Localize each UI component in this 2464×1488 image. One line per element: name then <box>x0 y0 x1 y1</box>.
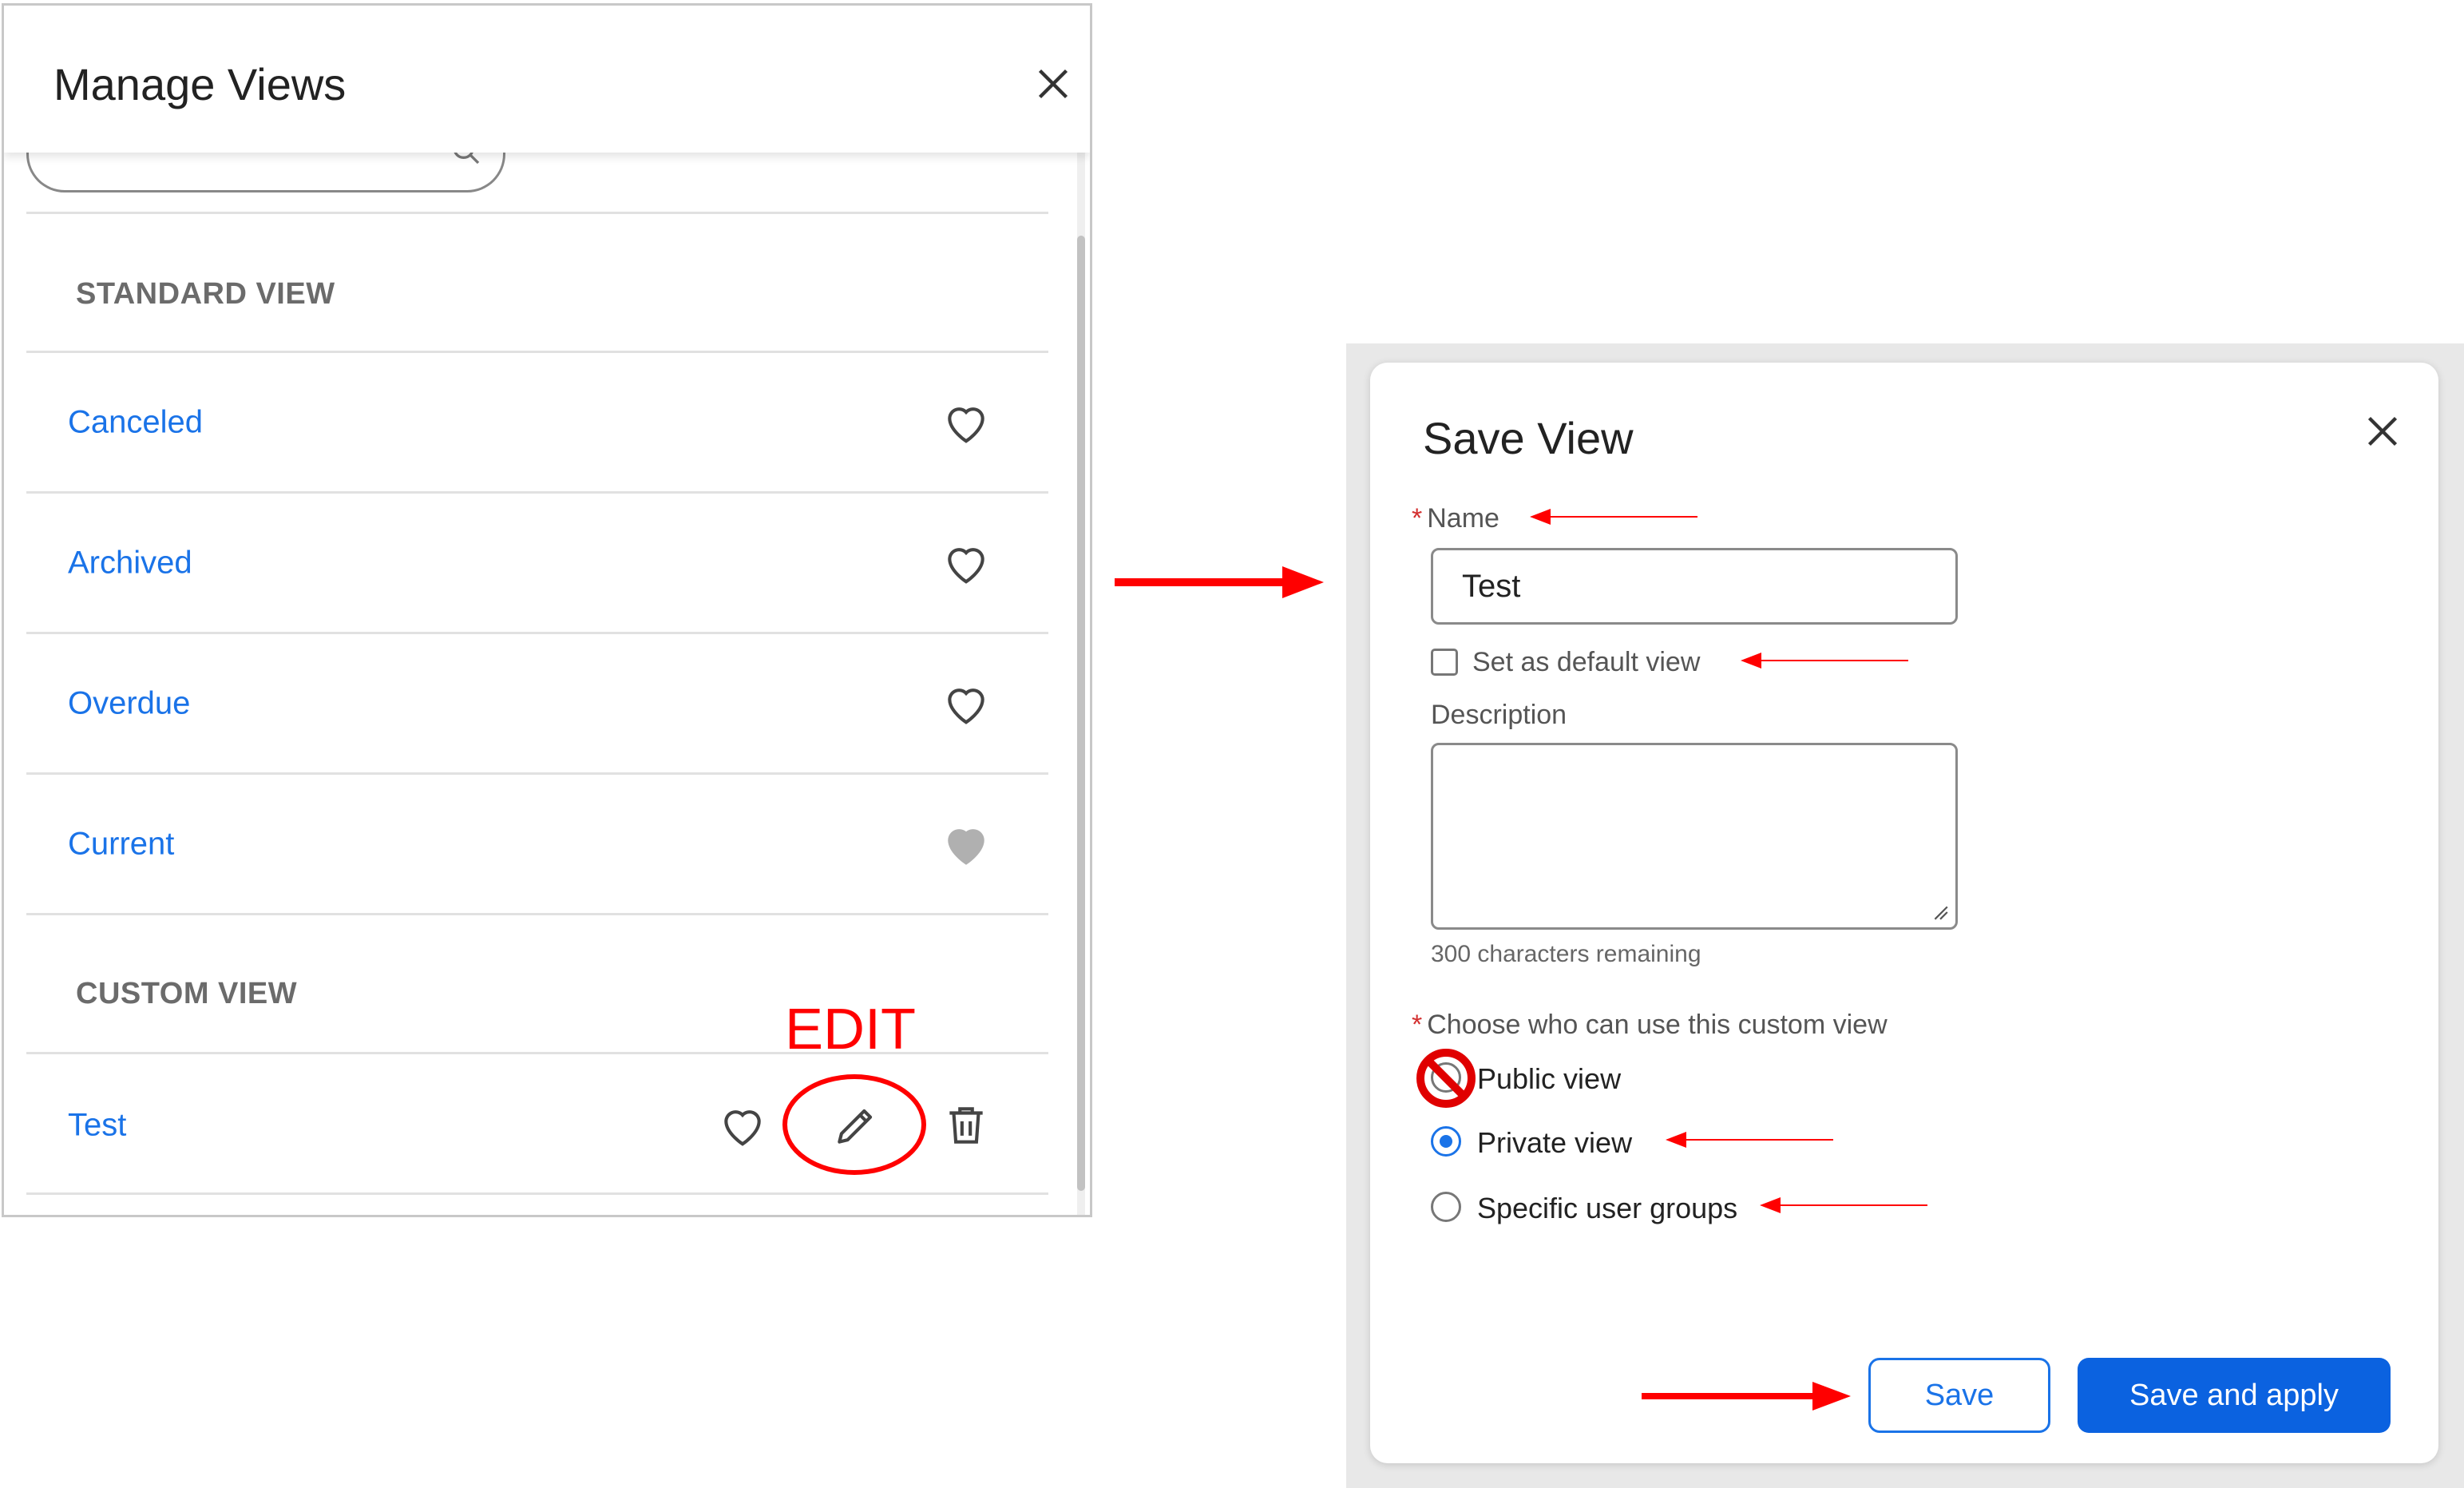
favorite-heart-filled-icon[interactable] <box>941 819 991 869</box>
favorite-heart-icon[interactable] <box>718 1101 767 1150</box>
radio-private-view-label: Private view <box>1477 1126 1633 1159</box>
save-view-dialog: Save View * Name Test Set as default view… <box>1370 363 2438 1463</box>
favorite-heart-icon[interactable] <box>941 538 991 588</box>
annotation-arrow-left <box>1741 653 1908 669</box>
view-link-archived[interactable]: Archived <box>68 546 192 581</box>
manage-views-title: Manage Views <box>53 59 347 109</box>
close-manage-views-button[interactable] <box>1036 66 1071 101</box>
manage-views-header: Manage Views <box>4 6 1090 153</box>
radio-specific-groups-label: Specific user groups <box>1477 1192 1738 1224</box>
view-row-test[interactable]: Test <box>26 1057 1048 1194</box>
view-name-value: Test <box>1462 568 1521 604</box>
required-asterisk: * <box>1412 503 1423 534</box>
visibility-label: * Choose who can use this custom view <box>1412 1010 1888 1040</box>
description-textarea[interactable] <box>1431 743 1958 930</box>
radio-specific-groups[interactable] <box>1431 1192 1461 1222</box>
required-asterisk: * <box>1412 1010 1423 1040</box>
view-row-current[interactable]: Current <box>26 776 1048 913</box>
edit-annotation-label: EDIT <box>785 998 917 1061</box>
view-row-archived[interactable]: Archived <box>26 494 1048 632</box>
annotation-arrow-left <box>1760 1197 1927 1213</box>
default-view-label: Set as default view <box>1472 647 1701 677</box>
annotation-arrow-left <box>1530 509 1697 525</box>
view-row-canceled[interactable]: Canceled <box>26 354 1048 491</box>
divider <box>26 1192 1048 1195</box>
annotation-arrow-right <box>1642 1382 1851 1411</box>
name-label: * Name <box>1412 503 1499 534</box>
favorite-heart-icon[interactable] <box>941 398 991 447</box>
view-link-current[interactable]: Current <box>68 827 174 863</box>
edit-pencil-icon[interactable] <box>831 1101 881 1150</box>
view-name-input[interactable]: Test <box>1431 548 1958 625</box>
save-view-title: Save View <box>1423 413 1634 463</box>
view-link-overdue[interactable]: Overdue <box>68 686 190 722</box>
resize-handle-icon[interactable] <box>1931 903 1949 921</box>
view-row-overdue[interactable]: Overdue <box>26 635 1048 772</box>
custom-view-heading: CUSTOM VIEW <box>76 977 298 1010</box>
close-icon <box>1038 69 1068 99</box>
divider <box>26 491 1048 494</box>
close-save-view-button[interactable] <box>2365 414 2400 449</box>
annotation-arrow-left <box>1666 1132 1833 1148</box>
standard-view-heading: STANDARD VIEW <box>76 277 335 311</box>
save-and-apply-button[interactable]: Save and apply <box>2078 1358 2391 1433</box>
manage-views-panel: Manage Views STANDARD VIEW Canceled Arch… <box>2 3 1092 1217</box>
favorite-heart-icon[interactable] <box>941 679 991 728</box>
radio-public-view-label: Public view <box>1477 1062 1622 1095</box>
description-label: Description <box>1431 700 1567 730</box>
divider <box>26 212 1048 214</box>
divider <box>26 632 1048 634</box>
view-link-test[interactable]: Test <box>68 1108 126 1144</box>
radio-private-view[interactable] <box>1431 1126 1461 1157</box>
divider <box>26 913 1048 915</box>
view-link-canceled[interactable]: Canceled <box>68 405 203 441</box>
default-view-checkbox[interactable] <box>1431 649 1458 676</box>
divider <box>26 772 1048 775</box>
close-icon <box>2367 416 2398 446</box>
save-button[interactable]: Save <box>1868 1358 2050 1433</box>
divider <box>26 351 1048 353</box>
annotation-arrow-right <box>1115 566 1324 598</box>
scrollbar-thumb[interactable] <box>1077 236 1085 1191</box>
chars-remaining: 300 characters remaining <box>1431 941 1701 967</box>
radio-public-view[interactable] <box>1431 1062 1461 1093</box>
delete-trash-icon[interactable] <box>941 1101 991 1150</box>
